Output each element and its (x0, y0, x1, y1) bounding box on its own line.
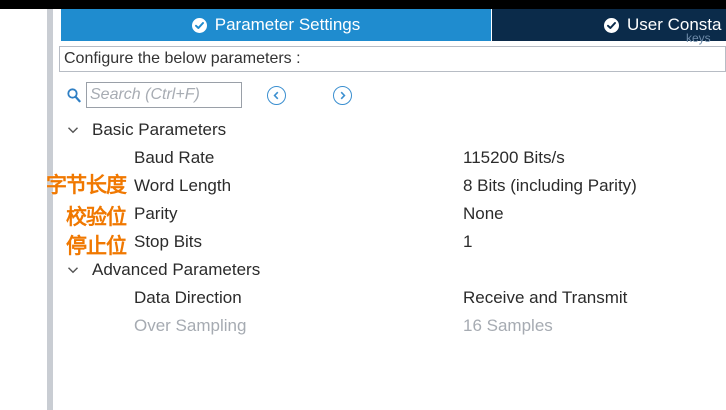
chevron-down-icon (67, 264, 79, 276)
tab-parameter-settings[interactable]: Parameter Settings (61, 9, 491, 41)
configuration-panel: Parameter Settings User Consta keys Conf… (53, 9, 726, 410)
search-icon[interactable] (67, 88, 81, 103)
left-gutter (0, 9, 47, 410)
param-row-data-direction[interactable]: Data Direction Receive and Transmit (53, 288, 726, 310)
param-name: Baud Rate (134, 148, 215, 167)
annotation-stop-bits: 停止位 (66, 234, 127, 258)
configure-label: Configure the below parameters : (59, 46, 726, 72)
param-value[interactable]: 1 (463, 232, 472, 252)
previous-result-button[interactable] (267, 86, 286, 105)
group-basic-parameters[interactable]: Basic Parameters (67, 120, 226, 140)
chevron-right-icon (340, 91, 346, 100)
check-circle-icon (191, 17, 207, 33)
chevron-down-icon (67, 124, 79, 136)
group-advanced-parameters[interactable]: Advanced Parameters (67, 260, 260, 280)
param-row-parity[interactable]: Parity None (53, 204, 726, 226)
param-name: Word Length (134, 176, 232, 195)
search-input[interactable] (86, 82, 242, 108)
group-title: Advanced Parameters (92, 260, 261, 279)
param-value: 16 Samples (463, 316, 553, 335)
tab-label: Parameter Settings (214, 15, 361, 34)
annotation-word-length: 字节长度 (46, 173, 127, 197)
param-row-word-length[interactable]: Word Length 8 Bits (including Parity) (53, 176, 726, 198)
param-name: Parity (134, 204, 178, 223)
chevron-left-icon (273, 91, 279, 100)
annotation-parity: 校验位 (66, 205, 127, 229)
param-name: Over Sampling (134, 316, 247, 335)
param-row-baud-rate[interactable]: Baud Rate 115200 Bits/s (53, 148, 726, 170)
param-name: Data Direction (134, 288, 242, 307)
param-name: Stop Bits (134, 232, 203, 251)
check-circle-icon (604, 17, 619, 33)
tab-bar: Parameter Settings User Consta keys (53, 9, 726, 45)
param-value[interactable]: 8 Bits (including Parity) (463, 176, 637, 196)
param-value[interactable]: Receive and Transmit (463, 288, 627, 308)
top-black-strip (0, 0, 726, 9)
param-row-over-sampling: Over Sampling 16 Samples (53, 316, 726, 338)
param-row-stop-bits[interactable]: Stop Bits 1 (53, 232, 726, 254)
next-result-button[interactable] (333, 86, 352, 105)
param-value[interactable]: 115200 Bits/s (463, 148, 565, 168)
tab-overflow-text: keys (686, 31, 711, 45)
group-title: Basic Parameters (92, 120, 227, 139)
param-value[interactable]: None (463, 204, 504, 224)
